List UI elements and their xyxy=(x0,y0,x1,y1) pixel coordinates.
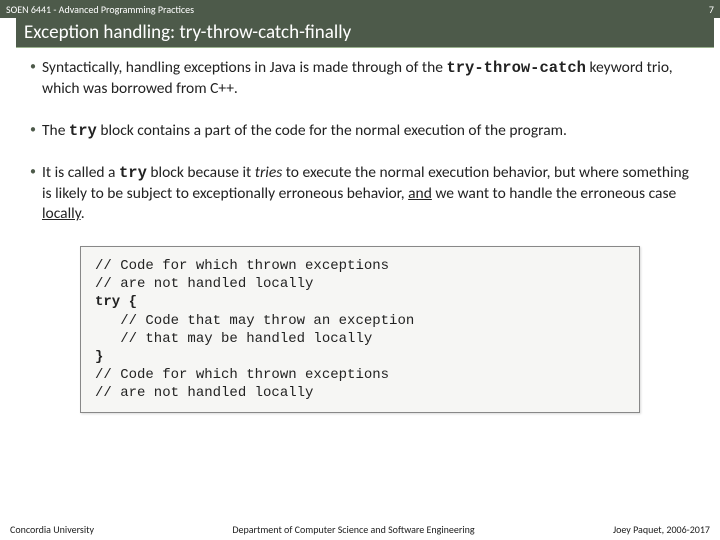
text-underline: and xyxy=(408,184,432,203)
footer-left: Concordia University xyxy=(10,523,94,536)
code-line: } xyxy=(95,349,103,365)
footer-center: Department of Computer Science and Softw… xyxy=(232,523,474,536)
code-line: // Code for which thrown exceptions xyxy=(95,367,389,383)
footer-right: Joey Paquet, 2006-2017 xyxy=(613,523,710,536)
code-line: // that may be handled locally xyxy=(95,331,372,347)
text: we want to handle the erroneous case xyxy=(432,184,676,203)
slide: SOEN 6441 - Advanced Programming Practic… xyxy=(0,0,720,540)
page-number: 7 xyxy=(709,3,714,16)
text-italic: tries xyxy=(255,163,283,182)
code-block: // Code for which thrown exceptions // a… xyxy=(80,246,640,414)
bullet-3: It is called a try block because it trie… xyxy=(30,163,690,223)
footer: Concordia University Department of Compu… xyxy=(0,523,720,536)
keyword-try: try xyxy=(119,164,147,182)
keyword-try-throw-catch: try-throw-catch xyxy=(446,59,586,77)
bullet-1: Syntactically, handling exceptions in Ja… xyxy=(30,58,690,99)
text: . xyxy=(81,204,85,223)
code-line: // Code for which thrown exceptions xyxy=(95,258,389,274)
topbar: SOEN 6441 - Advanced Programming Practic… xyxy=(0,0,720,18)
text: block contains a part of the code for th… xyxy=(97,121,567,140)
code-line: // are not handled locally xyxy=(95,276,313,292)
course-code: SOEN 6441 - Advanced Programming Practic… xyxy=(6,3,194,16)
slide-body: Syntactically, handling exceptions in Ja… xyxy=(0,48,720,540)
code-line: try { xyxy=(95,294,137,310)
code-line: // are not handled locally xyxy=(95,385,313,401)
keyword-try: try xyxy=(69,122,97,140)
code-line: // Code that may throw an exception xyxy=(95,313,414,329)
text: Syntactically, handling exceptions in Ja… xyxy=(42,58,446,77)
text: The xyxy=(42,121,69,140)
text: block because it xyxy=(147,163,255,182)
text-underline: locally xyxy=(42,204,81,223)
bullet-2: The try block contains a part of the cod… xyxy=(30,121,690,142)
text: It is called a xyxy=(42,163,119,182)
slide-title: Exception handling: try-throw-catch-fina… xyxy=(16,18,714,48)
